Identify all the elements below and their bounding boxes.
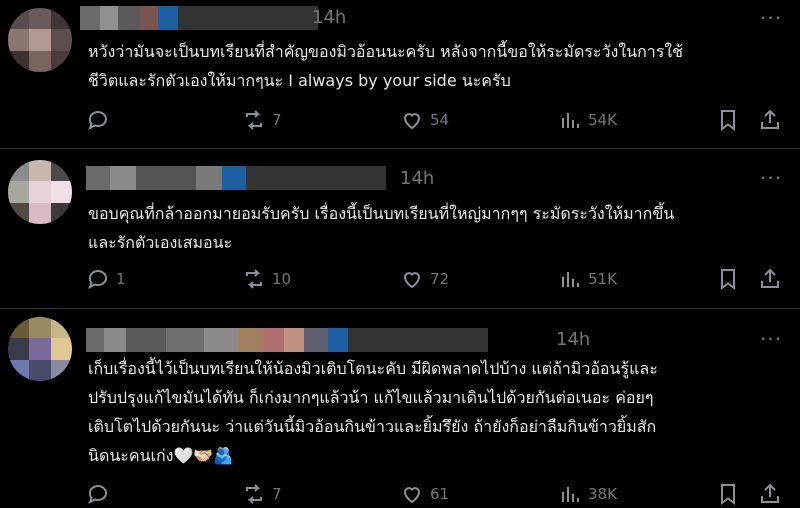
bookmark-icon: [721, 110, 735, 131]
reply-tweet[interactable]: 14h ··· เก็บเรื่องนี้ไว้เป็นบทเรียนให้น้…: [0, 309, 800, 507]
repost-button[interactable]: 10: [242, 265, 291, 293]
views-icon: [562, 272, 579, 287]
reply-count: 1: [116, 270, 126, 288]
avatar[interactable]: [8, 160, 72, 224]
more-options-icon[interactable]: ···: [760, 166, 782, 190]
views-icon: [562, 113, 579, 128]
views-button[interactable]: 54K: [558, 106, 617, 134]
more-options-icon[interactable]: ···: [760, 327, 782, 351]
reply-tweet[interactable]: 14h ··· ขอบคุณที่กล้าออกมายอมรับครับ เรื…: [0, 149, 800, 309]
views-count: 51K: [588, 270, 617, 288]
repost-button[interactable]: 7: [242, 106, 282, 134]
views-button[interactable]: 38K: [558, 480, 617, 508]
bookmark-button[interactable]: [716, 480, 740, 508]
like-button[interactable]: 72: [400, 265, 449, 293]
repost-button[interactable]: 7: [242, 480, 282, 508]
bookmark-button[interactable]: [716, 106, 740, 134]
action-bar: 1 10 72 51K: [80, 265, 790, 293]
share-button[interactable]: [758, 265, 782, 293]
like-icon: [403, 272, 421, 289]
timestamp[interactable]: 14h: [400, 168, 434, 189]
views-button[interactable]: 51K: [558, 265, 617, 293]
action-bar: 7 61 38K: [80, 480, 790, 508]
bookmark-button[interactable]: [716, 265, 740, 293]
repost-count: 7: [272, 485, 282, 503]
views-count: 38K: [588, 485, 617, 503]
author-name-blurred[interactable]: [86, 328, 488, 352]
share-icon: [761, 483, 779, 503]
share-button[interactable]: [758, 480, 782, 508]
reply-icon: [88, 270, 107, 290]
bookmark-icon: [721, 484, 735, 505]
repost-icon: [246, 269, 262, 289]
author-name-blurred[interactable]: [80, 6, 318, 30]
reply-tweet[interactable]: 14h ··· หวังว่ามันจะเป็นบทเรียนที่สำคัญข…: [0, 0, 800, 149]
avatar[interactable]: [8, 317, 72, 381]
reply-text: ขอบคุณที่กล้าออกมายอมรับครับ เรื่องนี้เป…: [88, 204, 675, 252]
author-name-blurred[interactable]: [86, 166, 386, 190]
views-icon: [562, 487, 579, 502]
reply-icon: [88, 485, 107, 505]
more-options-icon[interactable]: ···: [760, 6, 782, 30]
reply-text: หวังว่ามันจะเป็นบทเรียนที่สำคัญของมิวอ้อ…: [88, 42, 684, 90]
timestamp[interactable]: 14h: [312, 7, 346, 28]
repost-count: 10: [272, 270, 292, 288]
like-button[interactable]: 61: [400, 480, 449, 508]
avatar[interactable]: [8, 8, 72, 72]
views-count: 54K: [588, 111, 617, 129]
repost-icon: [246, 484, 262, 504]
like-icon: [403, 113, 421, 130]
like-count: 61: [430, 485, 450, 503]
share-button[interactable]: [758, 106, 782, 134]
timestamp[interactable]: 14h: [556, 329, 590, 350]
reply-button[interactable]: [86, 106, 116, 134]
repost-count: 7: [272, 111, 282, 129]
share-icon: [761, 268, 779, 288]
like-button[interactable]: 54: [400, 106, 449, 134]
reply-icon: [88, 111, 107, 131]
reply-button[interactable]: [86, 480, 116, 508]
like-icon: [403, 487, 421, 504]
repost-icon: [246, 110, 262, 130]
bookmark-icon: [721, 269, 735, 290]
like-count: 54: [430, 111, 450, 129]
reply-text: เก็บเรื่องนี้ไว้เป็นบทเรียนให้น้องมิวเติ…: [88, 359, 658, 465]
share-icon: [761, 109, 779, 129]
reply-button[interactable]: 1: [86, 265, 126, 293]
like-count: 72: [430, 270, 450, 288]
action-bar: 7 54 54K: [80, 106, 790, 134]
